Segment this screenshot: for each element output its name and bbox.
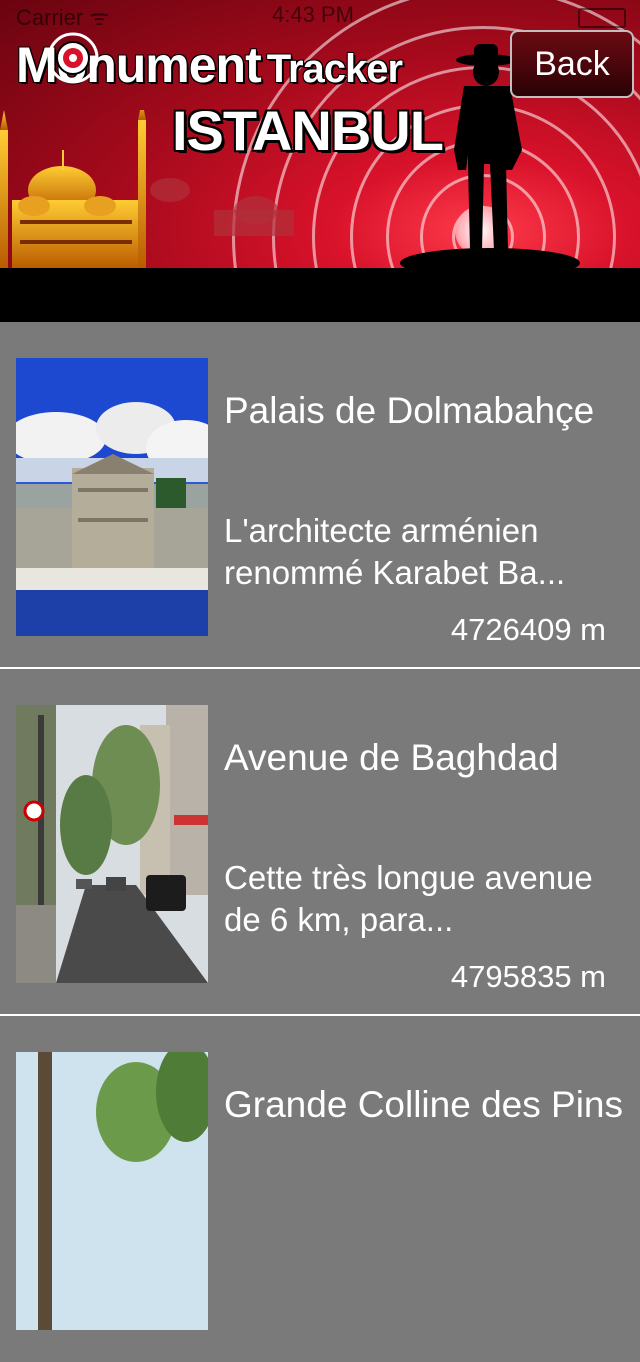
monument-description: L'architecte arménien renommé Karabet Ba… [224,512,566,591]
city-title: ISTANBUL [172,99,444,162]
list-item[interactable]: Avenue de Baghdad Cette très longue aven… [0,669,640,1015]
monument-name: Grande Colline des Pins [224,1084,623,1125]
monument-distance: 4726409 m [450,612,606,647]
app-title-part2: Tracker [266,47,403,91]
status-time: 4:43 PM [272,2,354,27]
monument-name: Avenue de Baghdad [224,737,559,778]
monument-description: Cette très longue avenue de 6 km, para..… [224,859,593,938]
list-item[interactable]: Grande Colline des Pins [0,1016,640,1362]
back-button[interactable]: Back [510,30,634,98]
monument-distance: 4795835 m [450,959,606,994]
ground-shadow [400,248,580,278]
header-banner: Carrier ᯤ 4:43 PM Monument Tracker ISTANB… [0,0,640,322]
monument-name: Palais de Dolmabahçe [224,390,595,431]
status-bar: Carrier ᯤ 4:43 PM [0,0,640,30]
battery-icon [578,8,626,28]
status-carrier: Carrier ᯤ [16,5,110,30]
monument-thumbnail [16,358,208,636]
monument-thumbnail [16,1052,208,1330]
list-item[interactable]: Palais de Dolmabahçe L'architecte arméni… [0,322,640,668]
monument-thumbnail [16,705,208,983]
target-icon [47,32,99,84]
